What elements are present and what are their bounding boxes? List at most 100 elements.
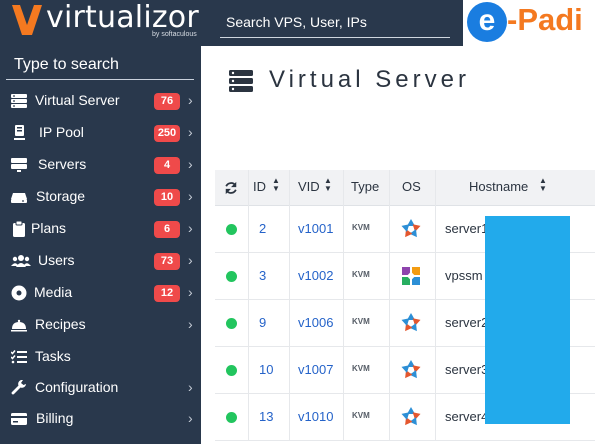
disc-icon <box>11 285 27 301</box>
row-id-link[interactable]: 3 <box>259 268 266 283</box>
column-divider <box>289 170 290 441</box>
kvm-type-label: KVM <box>352 270 370 279</box>
sidebar-item-recipes[interactable]: Recipes › <box>0 309 201 341</box>
kvm-type-label: KVM <box>352 223 370 232</box>
status-running-dot <box>226 365 237 376</box>
sidebar-item-users[interactable]: Users 73 › <box>0 245 201 277</box>
sort-icon[interactable]: ▲ ▼ <box>539 177 547 193</box>
sidebar-item-label: Servers <box>38 156 87 172</box>
row-hostname: vpssm <box>445 268 483 283</box>
redaction-box <box>485 216 570 424</box>
row-vid-link[interactable]: v1007 <box>298 362 333 377</box>
sidebar-item-label: Tasks <box>35 348 71 364</box>
row-hostname: server3 <box>445 362 489 377</box>
brand-logo: e -Padi <box>463 0 595 46</box>
row-hostname: server2 <box>445 315 489 330</box>
chevron-right-icon: › <box>188 220 193 236</box>
row-hostname: server1 <box>445 221 489 236</box>
sidebar-item-tasks[interactable]: Tasks <box>0 341 201 373</box>
status-running-dot <box>226 224 237 235</box>
chevron-right-icon: › <box>188 316 193 332</box>
chevron-right-icon: › <box>188 379 193 395</box>
os-logo-icon <box>402 267 420 285</box>
column-header-hostname[interactable]: Hostname <box>469 179 528 194</box>
kvm-type-label: KVM <box>352 411 370 420</box>
global-search-input[interactable]: Search VPS, User, IPs <box>220 8 450 38</box>
refresh-icon[interactable] <box>224 181 238 195</box>
page-title: Virtual Server <box>269 66 470 93</box>
virtualizor-logo[interactable]: virtualizor by softaculous <box>10 0 210 43</box>
count-badge: 12 <box>154 285 180 302</box>
column-header-type: Type <box>351 179 380 194</box>
column-divider <box>343 170 344 441</box>
column-divider <box>248 170 249 441</box>
chevron-right-icon: › <box>188 252 193 268</box>
sidebar-item-ip-pool[interactable]: IP Pool 250 › <box>0 117 201 149</box>
sidebar-item-configuration[interactable]: Configuration › <box>0 372 201 404</box>
global-search-placeholder: Search VPS, User, IPs <box>226 14 367 30</box>
kvm-type-label: KVM <box>352 317 370 326</box>
sidebar-item-storage[interactable]: Storage 10 › <box>0 181 201 213</box>
clipboard-icon <box>13 221 25 237</box>
column-header-vid[interactable]: VID <box>298 179 320 194</box>
os-logo-icon <box>401 407 421 426</box>
count-badge: 73 <box>154 253 180 270</box>
row-vid-link[interactable]: v1002 <box>298 268 333 283</box>
sidebar-item-label: Recipes <box>35 316 86 332</box>
sidebar-item-label: IP Pool <box>39 124 84 140</box>
server-stack-icon <box>229 70 253 92</box>
chevron-right-icon: › <box>188 92 193 108</box>
chevron-right-icon: › <box>188 156 193 172</box>
sidebar: Type to search Virtual Server 76 › IP Po… <box>0 46 201 444</box>
sidebar-item-label: Media <box>34 284 73 300</box>
sidebar-item-label: Plans <box>31 220 67 236</box>
column-divider <box>389 170 390 441</box>
cloche-icon <box>11 319 27 332</box>
row-id-link[interactable]: 13 <box>259 409 273 424</box>
top-bar: virtualizor by softaculous Search VPS, U… <box>0 0 595 46</box>
sidebar-item-label: Billing <box>36 410 74 426</box>
os-logo-icon <box>401 360 421 379</box>
brand-text: -Padi <box>507 2 583 37</box>
brand-e-mark: e <box>467 2 507 42</box>
sidebar-item-billing[interactable]: Billing › <box>0 403 201 435</box>
row-vid-link[interactable]: v1010 <box>298 409 333 424</box>
sidebar-item-label: Configuration <box>35 379 119 395</box>
row-hostname: server4 <box>445 409 489 424</box>
chevron-right-icon: › <box>188 284 193 300</box>
sidebar-item-label: Virtual Server <box>35 92 120 108</box>
count-badge: 6 <box>154 221 180 238</box>
ip-pool-icon <box>14 125 25 140</box>
row-id-link[interactable]: 2 <box>259 221 266 236</box>
billing-icon <box>11 413 27 425</box>
sort-icon[interactable]: ▲ ▼ <box>324 177 332 193</box>
logo-subtext: by softaculous <box>152 31 197 38</box>
server-stack-icon <box>11 94 27 108</box>
row-id-link[interactable]: 9 <box>259 315 266 330</box>
sidebar-item-virtual-server[interactable]: Virtual Server 76 › <box>0 85 201 117</box>
column-divider <box>435 170 436 441</box>
users-icon <box>11 255 31 267</box>
sidebar-item-media[interactable]: Media 12 › <box>0 277 201 309</box>
virtualizor-logo-icon <box>12 5 42 35</box>
chevron-right-icon: › <box>188 124 193 140</box>
sidebar-search-placeholder: Type to search <box>14 56 119 73</box>
status-running-dot <box>226 271 237 282</box>
sidebar-item-servers[interactable]: Servers 4 › <box>0 149 201 181</box>
os-logo-icon <box>401 313 421 332</box>
sidebar-search-input[interactable]: Type to search <box>6 48 194 80</box>
sort-icon[interactable]: ▲ ▼ <box>272 177 280 193</box>
sidebar-item-label: Users <box>38 252 75 268</box>
os-logo-icon <box>401 219 421 238</box>
row-id-link[interactable]: 10 <box>259 362 273 377</box>
logo-text: virtualizor <box>46 0 199 35</box>
column-header-id[interactable]: ID <box>253 179 266 194</box>
chevron-right-icon: › <box>188 410 193 426</box>
row-vid-link[interactable]: v1001 <box>298 221 333 236</box>
sidebar-item-label: Storage <box>36 188 86 204</box>
row-vid-link[interactable]: v1006 <box>298 315 333 330</box>
count-badge: 4 <box>154 157 180 174</box>
sidebar-item-plans[interactable]: Plans 6 › <box>0 213 201 245</box>
count-badge: 10 <box>154 189 180 206</box>
table-header: ID ▲ ▼ VID ▲ ▼ Type OS Hostname ▲ ▼ <box>215 170 595 206</box>
